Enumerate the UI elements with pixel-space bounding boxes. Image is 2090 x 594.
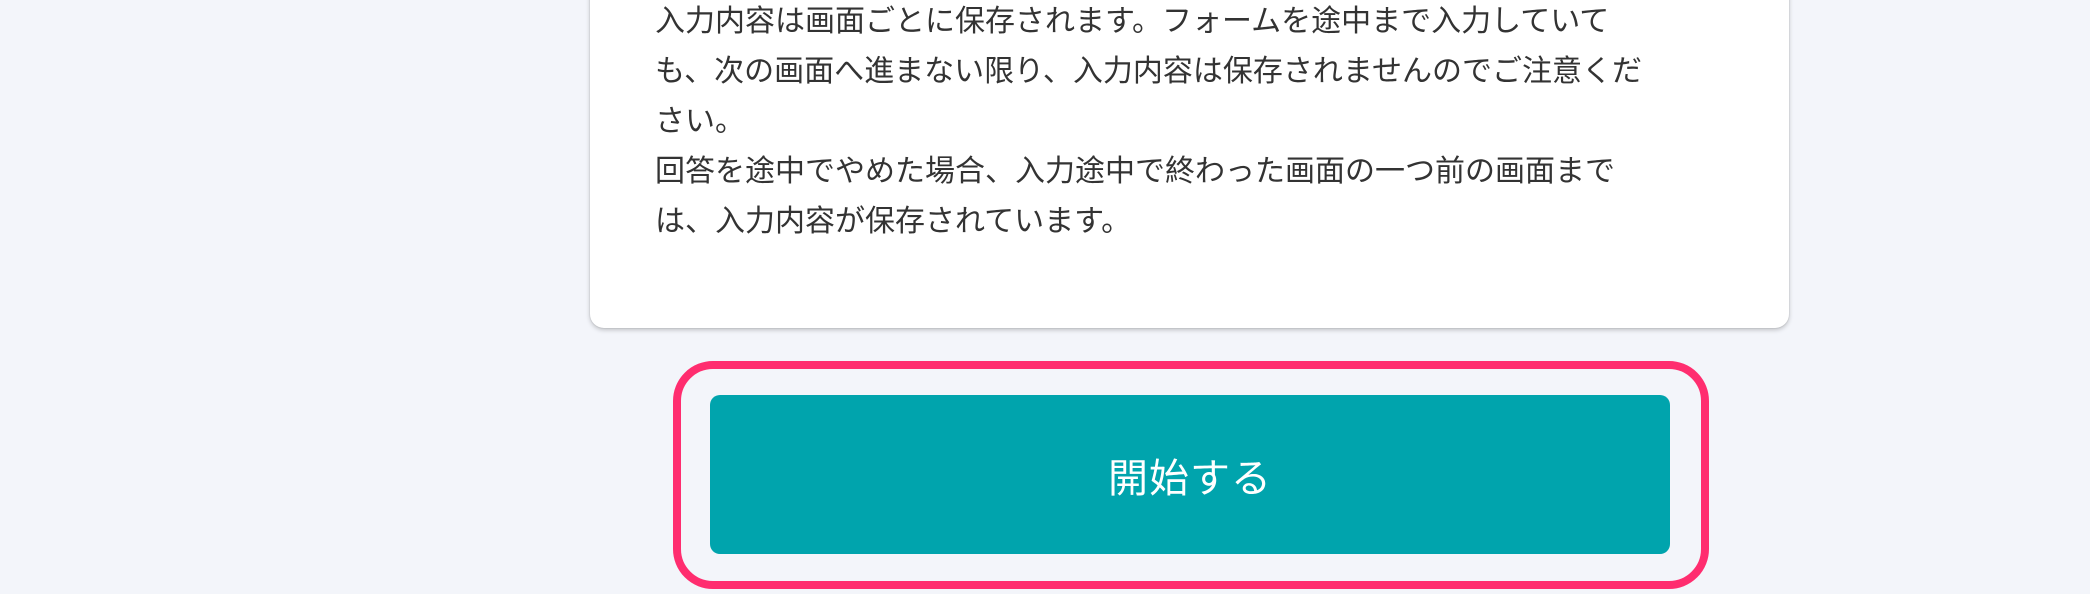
notice-line: さい。 (655, 104, 745, 139)
notice-line: 回答を途中でやめた場合、入力途中で終わった画面の一つ前の画面まで (655, 154, 1615, 189)
notice-card: 入力内容は画面ごとに保存されます。フォームを途中まで入力していて も、次の画面へ… (590, 0, 1789, 328)
notice-line: 入力内容は画面ごとに保存されます。フォームを途中まで入力していて (655, 4, 1610, 39)
start-button-label: 開始する (1108, 455, 1272, 502)
notice-text: 入力内容は画面ごとに保存されます。フォームを途中まで入力していて も、次の画面へ… (655, 0, 1715, 247)
start-button[interactable]: 開始する (710, 395, 1670, 554)
notice-line: は、入力内容が保存されています。 (655, 204, 1132, 239)
notice-line: も、次の画面へ進まない限り、入力内容は保存されませんのでご注意くだ (655, 54, 1642, 89)
